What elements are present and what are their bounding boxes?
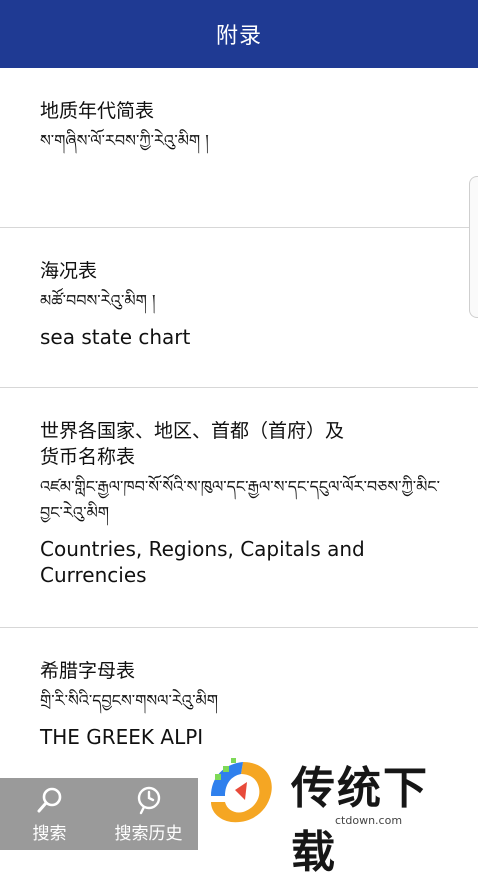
- history-icon: [137, 786, 160, 814]
- watermark-logo: [211, 758, 272, 823]
- entry-title-cn: 希腊字母表: [40, 660, 136, 682]
- edge-scroll-handle[interactable]: [469, 176, 478, 318]
- entry-title-en: sea state chart: [40, 325, 191, 349]
- tab-history-label: 搜索历史: [114, 823, 183, 844]
- tab-search-history[interactable]: 搜索历史: [99, 778, 198, 850]
- entry-title-cn: 地质年代简表: [40, 100, 155, 122]
- entry-title-cn: 海况表: [40, 260, 98, 282]
- list-item-countries[interactable]: 世界各国家、地区、首都（首府）及货币名称表 འཛམ་གླིང་རྒྱལ་ཁབ་ས…: [0, 388, 478, 628]
- page-title: 附录: [215, 24, 262, 49]
- list-item-sea-state[interactable]: 海况表 མཚོ་བབས་རེའུ་མིག ། sea state chart: [0, 228, 478, 388]
- search-icon: [37, 787, 61, 812]
- entry-title-tibetan: ས་གཞིས་ལོ་རབས་ཀྱི་རེའུ་མིག །: [40, 131, 209, 150]
- entry-title-cn: 世界各国家、地区、首都（首府）及货币名称表: [40, 420, 345, 468]
- watermark: 传统下载 ctdown.com: [205, 748, 455, 878]
- watermark-domain: ctdown.com: [335, 814, 403, 827]
- app-header: 附录: [0, 0, 478, 68]
- entry-title-tibetan: གྲི་རི་སིའི་དབྱངས་གསལ་རེའུ་མིག: [40, 691, 219, 710]
- entry-title-tibetan: འཛམ་གླིང་རྒྱལ་ཁབ་སོ་སོའི་ས་ཁུལ་དང་རྒྱལ་ས…: [40, 477, 440, 522]
- entry-title-tibetan: མཚོ་བབས་རེའུ་མིག །: [40, 291, 156, 310]
- entry-title-en: THE GREEK ALPI: [40, 725, 204, 749]
- entry-title-en: Countries, Regions, Capitals and Currenc…: [40, 537, 365, 587]
- appendix-list: 地质年代简表 ས་གཞིས་ལོ་རབས་ཀྱི་རེའུ་མིག ། 海况表 …: [0, 68, 478, 788]
- tab-search-label: 搜索: [32, 823, 67, 844]
- bottom-nav: 搜索 搜索历史: [0, 778, 198, 850]
- list-item-geologic-time[interactable]: 地质年代简表 ས་གཞིས་ལོ་རབས་ཀྱི་རེའུ་མིག །: [0, 68, 478, 228]
- tab-search[interactable]: 搜索: [0, 778, 99, 850]
